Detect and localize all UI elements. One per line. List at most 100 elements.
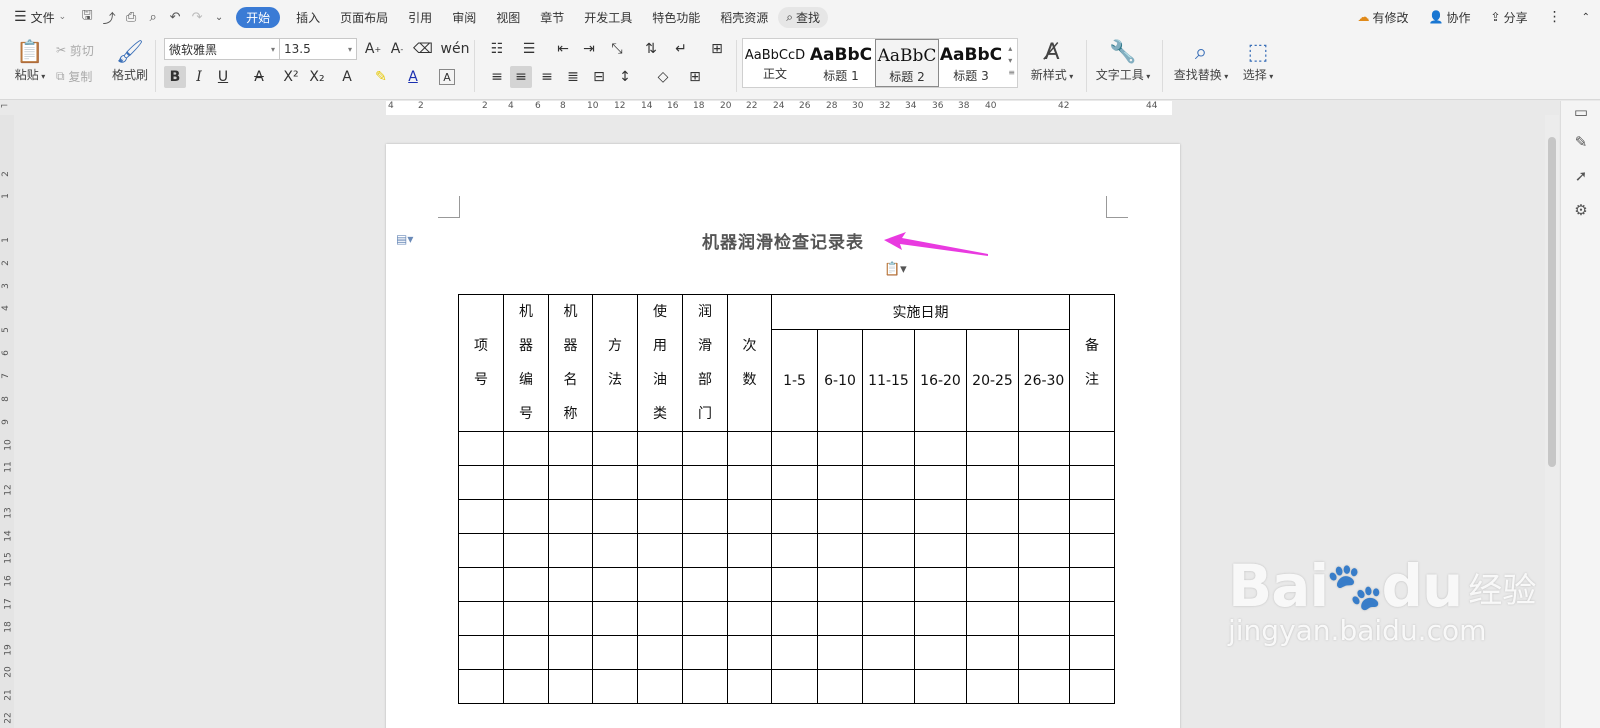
- header-cell[interactable]: 次数: [727, 294, 772, 432]
- table-cell[interactable]: [548, 533, 593, 568]
- table-cell[interactable]: [914, 533, 967, 568]
- tab-features[interactable]: 特色功能: [642, 9, 710, 26]
- paste-button[interactable]: 📋 粘贴 ▾: [10, 38, 50, 83]
- table-cell[interactable]: [727, 635, 772, 670]
- table-cell[interactable]: [817, 533, 863, 568]
- tab-page-layout[interactable]: 页面布局: [330, 9, 398, 26]
- table-cell[interactable]: [637, 635, 683, 670]
- table-cell[interactable]: [817, 431, 863, 466]
- grow-font-icon[interactable]: A +: [362, 38, 384, 60]
- eraser-icon[interactable]: ⌫: [412, 38, 434, 60]
- table-cell[interactable]: [682, 431, 728, 466]
- table-cell[interactable]: [771, 635, 818, 670]
- table-cell[interactable]: [503, 533, 549, 568]
- table-cell[interactable]: [637, 669, 683, 704]
- table-cell[interactable]: [637, 533, 683, 568]
- table-cell[interactable]: [966, 465, 1019, 500]
- tab-references[interactable]: 引用: [398, 9, 442, 26]
- tab-view[interactable]: 视图: [486, 9, 530, 26]
- share-button[interactable]: ⇪ 分享: [1481, 9, 1538, 26]
- collapse-ribbon-icon[interactable]: ⌃: [1572, 12, 1600, 23]
- table-cell[interactable]: [862, 533, 915, 568]
- undo-icon[interactable]: ↶: [164, 6, 186, 28]
- table-cell[interactable]: [682, 499, 728, 534]
- table-cell[interactable]: [817, 635, 863, 670]
- table-cell[interactable]: [727, 465, 772, 500]
- sliders-icon[interactable]: ⚙: [1571, 201, 1591, 221]
- group-header-cell[interactable]: 实施日期: [771, 294, 1070, 330]
- table-tools-icon[interactable]: ⊞: [706, 38, 728, 60]
- date-header-cell[interactable]: 11-15: [862, 329, 915, 432]
- tab-home[interactable]: 开始: [236, 6, 281, 28]
- table-cell[interactable]: [914, 567, 967, 602]
- bold-icon[interactable]: B: [164, 66, 186, 88]
- text-effect-icon[interactable]: A: [336, 66, 358, 88]
- table-row[interactable]: [458, 567, 1115, 602]
- table-cell[interactable]: [862, 499, 915, 534]
- table-cell[interactable]: [682, 635, 728, 670]
- date-header-cell[interactable]: 20-25: [966, 329, 1019, 432]
- table-cell[interactable]: [771, 431, 818, 466]
- table-cell[interactable]: [817, 601, 863, 636]
- document-page[interactable]: ▤▾ 机器润滑检查记录表 📋▾ 项号 机器编号 机器名称 方法 使用油类 润滑部…: [386, 144, 1180, 728]
- redo-icon[interactable]: ↷: [186, 6, 208, 28]
- char-border-icon[interactable]: A: [439, 69, 455, 85]
- table-cell[interactable]: [1069, 635, 1115, 670]
- superscript-icon[interactable]: X²: [280, 66, 302, 88]
- table-cell[interactable]: [458, 431, 504, 466]
- table-cell[interactable]: [682, 567, 728, 602]
- style-heading-2[interactable]: AaBbC 标题 2: [875, 39, 939, 87]
- file-menu[interactable]: ☰ 文件 ⌄: [0, 9, 76, 26]
- table-cell[interactable]: [966, 669, 1019, 704]
- underline-icon[interactable]: U: [212, 66, 234, 88]
- tab-developer[interactable]: 开发工具: [574, 9, 642, 26]
- align-left-icon[interactable]: ≡: [486, 66, 508, 88]
- shrink-font-icon[interactable]: A-: [386, 38, 408, 60]
- table-cell[interactable]: [817, 465, 863, 500]
- header-cell[interactable]: 备注: [1069, 294, 1115, 432]
- font-color-icon[interactable]: A: [402, 66, 424, 88]
- pen-icon[interactable]: ✎: [1571, 133, 1591, 153]
- more-icon[interactable]: ⋮: [1538, 9, 1572, 25]
- format-painter-button[interactable]: 🖌 格式刷: [108, 38, 152, 83]
- table-cell[interactable]: [637, 431, 683, 466]
- table-cell[interactable]: [727, 669, 772, 704]
- document-title[interactable]: 机器润滑检查记录表: [386, 228, 1180, 253]
- table-cell[interactable]: [458, 567, 504, 602]
- table-cell[interactable]: [1069, 669, 1115, 704]
- table-cell[interactable]: [592, 533, 638, 568]
- subscript-icon[interactable]: X₂: [306, 66, 328, 88]
- align-right-icon[interactable]: ≡: [536, 66, 558, 88]
- table-cell[interactable]: [862, 431, 915, 466]
- table-cell[interactable]: [592, 499, 638, 534]
- find-replace-button[interactable]: ⌕ 查找替换 ▾: [1170, 38, 1232, 83]
- panel-toggle-icon[interactable]: ▭: [1571, 103, 1591, 123]
- justify-icon[interactable]: ≣: [562, 66, 584, 88]
- header-cell[interactable]: 使用油类: [637, 294, 683, 432]
- table-cell[interactable]: [503, 635, 549, 670]
- table-cell[interactable]: [458, 669, 504, 704]
- horizontal-ruler[interactable]: 4 2 2 4 6 8 10 12 14 16 18 20 22 24 26 28 30 32 34 36 38 40 42…: [386, 101, 1172, 115]
- date-header-cell[interactable]: 26-30: [1018, 329, 1070, 432]
- show-marks-icon[interactable]: ↵: [670, 38, 692, 60]
- table-row[interactable]: [458, 465, 1115, 500]
- has-changes-button[interactable]: ☁ 有修改: [1348, 9, 1419, 26]
- table-cell[interactable]: [914, 499, 967, 534]
- paste-options-icon[interactable]: 📋▾: [884, 262, 907, 277]
- table-cell[interactable]: [914, 601, 967, 636]
- table-row[interactable]: [458, 499, 1115, 534]
- tab-insert[interactable]: 插入: [286, 9, 330, 26]
- cut-button[interactable]: ✂ 剪切: [56, 40, 94, 60]
- table-cell[interactable]: [966, 431, 1019, 466]
- table-cell[interactable]: [592, 465, 638, 500]
- vertical-ruler[interactable]: 2 1 1 2 3 4 5 6 7 8 9 10 11 12 13 14 15 16 17 18 19 20 21 22: [0, 115, 14, 728]
- header-cell[interactable]: 机器名称: [548, 294, 593, 432]
- tab-section[interactable]: 章节: [530, 9, 574, 26]
- copy-button[interactable]: ⧉ 复制: [56, 66, 92, 86]
- table-cell[interactable]: [817, 499, 863, 534]
- table-cell[interactable]: [1018, 533, 1070, 568]
- scrollbar-thumb[interactable]: [1548, 137, 1556, 467]
- new-style-button[interactable]: A̸ 新样式 ▾: [1024, 38, 1080, 83]
- table-cell[interactable]: [727, 533, 772, 568]
- table-cell[interactable]: [592, 567, 638, 602]
